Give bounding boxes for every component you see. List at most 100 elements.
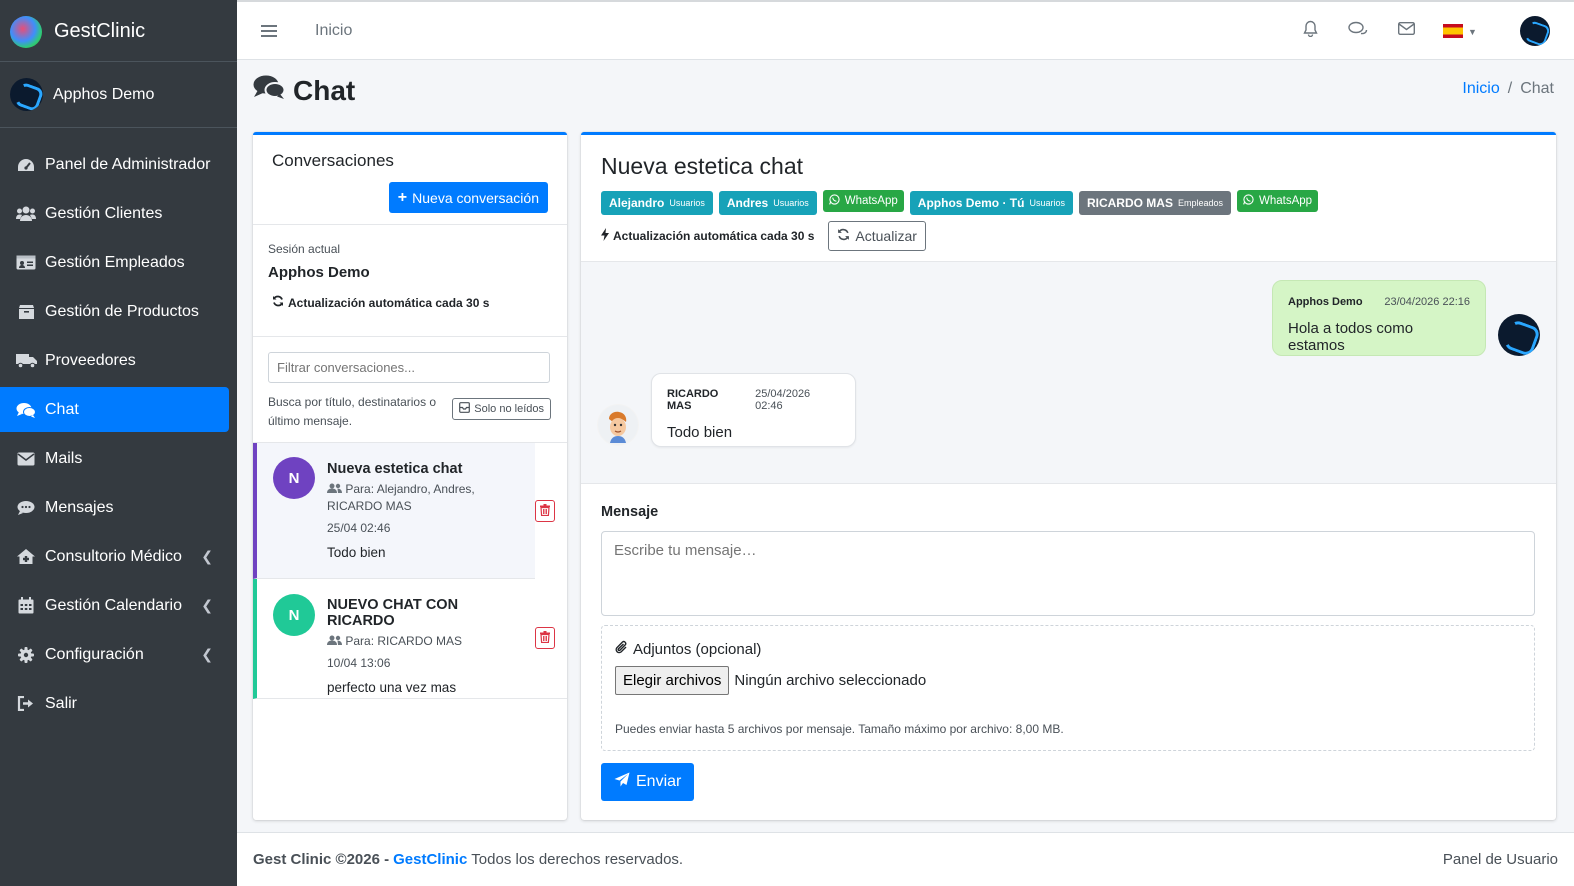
paperclip-icon <box>615 640 628 659</box>
comments-icon[interactable] <box>1334 21 1382 42</box>
refresh-button[interactable]: Actualizar <box>828 221 926 251</box>
language-selector[interactable]: ▼ <box>1430 22 1490 40</box>
attachments-zone: Adjuntos (opcional) Elegir archivos Ning… <box>601 625 1535 751</box>
auto-update-text: Actualización automática cada 30 s <box>288 295 490 310</box>
attachments-help: Puedes enviar hasta 5 archivos por mensa… <box>615 722 1064 736</box>
brand-link[interactable]: GestClinic <box>0 2 237 62</box>
breadcrumb-home[interactable]: Inicio <box>1462 80 1499 97</box>
users-icon <box>327 634 342 648</box>
file-status: Ningún archivo seleccionado <box>734 672 927 689</box>
sidebar-item-gestion-empleados[interactable]: Gestión Empleados <box>0 240 229 285</box>
new-conversation-button[interactable]: + Nueva conversación <box>388 182 548 213</box>
send-button[interactable]: Enviar <box>601 763 695 801</box>
sidebar-item-label: Mensajes <box>45 498 114 516</box>
user-avatar[interactable] <box>1520 16 1550 46</box>
filter-zone: Busca por título, destinatarios o último… <box>253 337 567 443</box>
sidebar-item-chat[interactable]: Chat <box>0 387 229 432</box>
message-label: Mensaje <box>601 504 659 520</box>
message-textarea[interactable] <box>601 531 1535 616</box>
user-panel[interactable]: Apphos Demo <box>0 62 237 128</box>
new-conversation-label: Nueva conversación <box>412 189 539 206</box>
sidebar-item-panel-administrador[interactable]: Panel de Administrador <box>0 142 229 187</box>
sidebar: GestClinic Apphos Demo Panel de Administ… <box>0 0 237 886</box>
attachments-title: Adjuntos (opcional) <box>615 640 1521 659</box>
whatsapp-badge[interactable]: WhatsApp <box>1237 190 1319 212</box>
message-meta: Apphos Demo 23/04/2026 22:16 <box>1288 296 1470 308</box>
sidebar-item-gestion-productos[interactable]: Gestión de Productos <box>0 289 229 334</box>
conversation-date: 10/04 13:06 <box>327 656 391 670</box>
conversations-panel: Conversaciones + Nueva conversación Sesi… <box>253 132 567 820</box>
bell-icon[interactable] <box>1286 20 1334 42</box>
user-name: Apphos Demo <box>53 85 155 103</box>
conversation-avatar: N <box>273 594 315 636</box>
sidebar-item-label: Gestión Calendario <box>45 596 182 614</box>
conversation-title: Nueva estetica chat <box>327 461 463 477</box>
chat-title: Nueva estetica chat <box>601 153 804 179</box>
conversations-header: Conversaciones + Nueva conversación <box>253 135 567 225</box>
message-bubble-mine: Apphos Demo 23/04/2026 22:16 Hola a todo… <box>1272 280 1486 356</box>
conversation-avatar: N <box>273 457 315 499</box>
auto-update-status: Actualización automática cada 30 s <box>601 228 814 244</box>
sidebar-item-proveedores[interactable]: Proveedores <box>0 338 229 383</box>
sidebar-item-label: Panel de Administrador <box>45 155 211 173</box>
box-icon <box>15 303 37 321</box>
unread-only-button[interactable]: Solo no leídos <box>452 398 551 420</box>
sidebar-item-label: Gestión Clientes <box>45 204 163 222</box>
participant-name: Alejandro <box>609 196 665 210</box>
choose-files-button[interactable]: Elegir archivos <box>615 666 730 695</box>
sidebar-item-label: Gestión Empleados <box>45 253 185 271</box>
sync-icon <box>837 228 850 244</box>
sidebar-item-gestion-calendario[interactable]: Gestión Calendario ❮ <box>0 583 229 628</box>
conversation-recipients-text: Para: Alejandro, Andres, RICARDO MAS <box>327 482 475 513</box>
delete-conversation-button[interactable] <box>535 627 555 649</box>
brand-logo <box>10 15 42 48</box>
compose-form: Mensaje Adjuntos (opcional) Elegir archi… <box>581 484 1556 801</box>
envelope-icon[interactable] <box>1382 21 1430 40</box>
conversation-date: 25/04 02:46 <box>327 521 391 535</box>
sidebar-item-configuracion[interactable]: Configuración ❮ <box>0 632 229 677</box>
participant-name: Andres <box>726 196 769 210</box>
conversation-item[interactable]: N Nueva estetica chat Para: Alejandro, A… <box>253 443 567 579</box>
sidebar-item-mails[interactable]: Mails <box>0 436 229 481</box>
menu-toggle-icon[interactable] <box>261 24 277 37</box>
participant-badge: Andres Usuarios <box>718 191 817 215</box>
message-avatar <box>1498 314 1540 356</box>
breadcrumb-current: Chat <box>1520 80 1554 97</box>
trash-icon <box>540 630 550 646</box>
filter-conversations-input[interactable] <box>268 352 550 383</box>
user-avatar <box>10 78 43 111</box>
file-picker: Elegir archivos Ningún archivo seleccion… <box>615 666 1521 695</box>
whatsapp-badge[interactable]: WhatsApp <box>822 190 904 212</box>
whatsapp-icon <box>1243 194 1254 208</box>
conversation-item[interactable]: N NUEVO CHAT CON RICARDO Para: RICARDO M… <box>253 579 567 699</box>
participant-role: Usuarios <box>1029 198 1065 208</box>
conversations-title: Conversaciones <box>272 151 394 170</box>
users-icon <box>327 482 342 496</box>
sidebar-item-consultorio-medico[interactable]: Consultorio Médico ❮ <box>0 534 229 579</box>
message-time: 25/04/2026 02:46 <box>755 388 811 412</box>
conversation-last-message: perfecto una vez mas <box>327 680 457 695</box>
spain-flag-icon <box>1443 23 1464 38</box>
participant-role: Empleados <box>1177 198 1223 208</box>
sync-icon <box>272 295 284 310</box>
sidebar-item-gestion-clientes[interactable]: Gestión Clientes <box>0 191 229 236</box>
sidebar-item-salir[interactable]: Salir <box>0 681 229 726</box>
message-avatar <box>597 404 639 446</box>
footer-brand-link[interactable]: GestClinic <box>393 851 467 868</box>
conversation-recipients-text: Para: RICARDO MAS <box>345 634 463 648</box>
comment-icon <box>15 499 37 517</box>
sidebar-item-mensajes[interactable]: Mensajes <box>0 485 229 530</box>
participant-name: Apphos Demo · Tú <box>917 196 1025 210</box>
refresh-label: Actualizar <box>855 228 917 244</box>
conversation-body: NUEVO CHAT CON RICARDO Para: RICARDO MAS… <box>327 597 527 695</box>
page-title-text: Chat <box>293 74 356 106</box>
participant-role: Usuarios <box>773 198 809 208</box>
users-icon <box>15 205 37 223</box>
delete-conversation-button[interactable] <box>535 500 555 522</box>
top-home-link[interactable]: Inicio <box>315 22 352 40</box>
footer-panel-label: Panel de Usuario <box>1442 851 1558 868</box>
auto-update-status: Actualización automática cada 30 s <box>268 295 552 310</box>
id-card-icon <box>15 254 37 272</box>
page-title: Chat <box>253 74 355 107</box>
participant-name: RICARDO MAS <box>1086 196 1173 210</box>
